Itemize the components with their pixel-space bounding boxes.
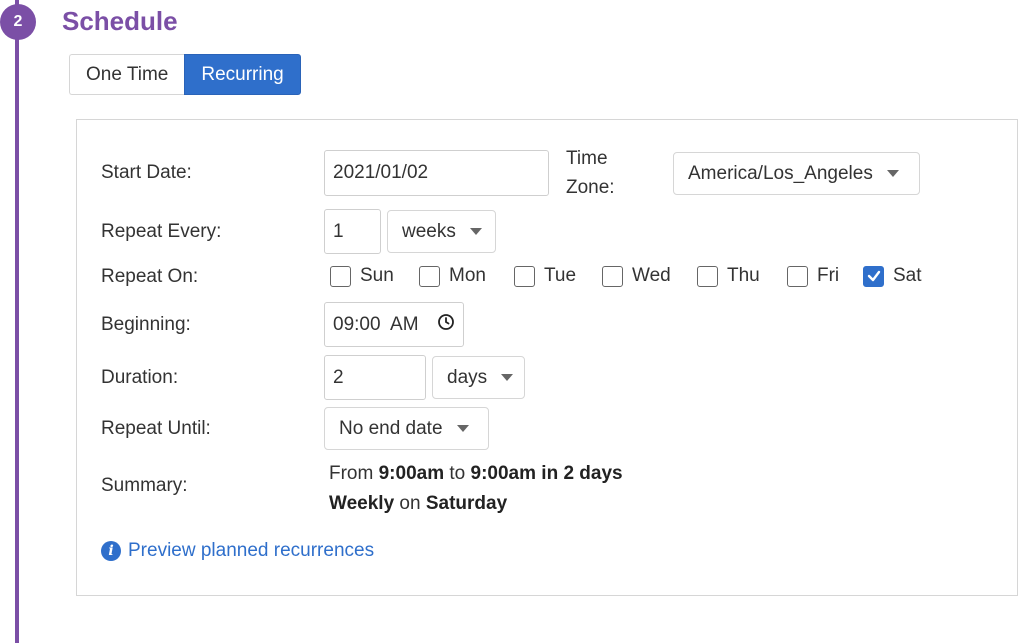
preview-link-label: Preview planned recurrences bbox=[128, 540, 375, 561]
time-zone-select[interactable]: America/Los_Angeles bbox=[673, 152, 920, 195]
checkbox-icon[interactable] bbox=[419, 265, 440, 287]
repeat-until-select[interactable]: No end date bbox=[324, 407, 489, 450]
duration-unit-value: days bbox=[447, 366, 488, 388]
day-label: Mon bbox=[449, 265, 486, 286]
day-checkbox-wed[interactable]: Wed bbox=[602, 263, 671, 289]
summary-on-word: on bbox=[399, 493, 421, 514]
day-checkbox-thu[interactable]: Thu bbox=[697, 263, 760, 289]
day-label: Thu bbox=[727, 265, 760, 286]
start-date-label: Start Date: bbox=[101, 162, 192, 183]
chevron-down-icon bbox=[469, 228, 482, 235]
repeat-every-label: Repeat Every: bbox=[101, 221, 222, 242]
repeat-on-label: Repeat On: bbox=[101, 266, 199, 287]
summary-text: From 9:00am to 9:00am in 2 days Weekly o… bbox=[329, 459, 623, 519]
checkbox-icon[interactable] bbox=[330, 265, 351, 287]
summary-start-time: 9:00am bbox=[378, 463, 445, 484]
schedule-type-tabs: One Time Recurring bbox=[69, 54, 301, 95]
repeat-every-value: 1 bbox=[333, 220, 344, 242]
summary-day: Saturday bbox=[425, 493, 508, 514]
repeat-every-input[interactable]: 1 bbox=[324, 209, 381, 254]
checkbox-icon[interactable] bbox=[787, 265, 808, 287]
summary-to-word: to bbox=[449, 463, 466, 484]
day-checkbox-sun[interactable]: Sun bbox=[330, 263, 394, 289]
day-label: Sun bbox=[360, 265, 394, 286]
summary-line-2: Weekly on Saturday bbox=[329, 489, 623, 519]
repeat-unit-value: weeks bbox=[402, 220, 456, 242]
day-label: Fri bbox=[817, 265, 840, 286]
summary-label: Summary: bbox=[101, 475, 188, 496]
duration-value: 2 bbox=[333, 366, 344, 388]
tab-one-time[interactable]: One Time bbox=[69, 54, 185, 95]
time-zone-label-line2: Zone: bbox=[566, 177, 615, 198]
day-checkbox-tue[interactable]: Tue bbox=[514, 263, 576, 289]
beginning-time-input[interactable]: 09:00 AM bbox=[324, 302, 464, 347]
chevron-down-icon bbox=[501, 374, 514, 381]
time-zone-label: Time Zone: bbox=[566, 144, 615, 202]
tab-recurring[interactable]: Recurring bbox=[184, 54, 301, 95]
day-checkbox-fri[interactable]: Fri bbox=[787, 263, 839, 289]
summary-frequency: Weekly bbox=[329, 493, 395, 514]
checkbox-icon[interactable] bbox=[514, 265, 535, 287]
duration-unit-select[interactable]: days bbox=[432, 356, 525, 399]
beginning-label: Beginning: bbox=[101, 314, 191, 335]
time-zone-value: America/Los_Angeles bbox=[688, 162, 873, 184]
recurring-schedule-panel: Start Date: 2021/01/02 Time Zone: Americ… bbox=[76, 119, 1018, 596]
summary-end-text: 9:00am in 2 days bbox=[470, 463, 623, 484]
chevron-down-icon bbox=[886, 170, 899, 177]
day-label: Wed bbox=[632, 265, 671, 286]
start-date-input[interactable]: 2021/01/02 bbox=[324, 150, 549, 196]
summary-from-word: From bbox=[329, 463, 374, 484]
repeat-until-value: No end date bbox=[339, 417, 443, 439]
info-circle-icon: i bbox=[101, 541, 121, 561]
repeat-unit-select[interactable]: weeks bbox=[387, 210, 496, 253]
day-checkbox-sat[interactable]: Sat bbox=[863, 263, 922, 289]
start-date-value: 2021/01/02 bbox=[333, 162, 429, 183]
chevron-down-icon bbox=[456, 425, 469, 432]
clock-icon[interactable] bbox=[437, 313, 455, 337]
repeat-until-label: Repeat Until: bbox=[101, 418, 211, 439]
summary-line-1: From 9:00am to 9:00am in 2 days bbox=[329, 459, 623, 489]
day-label: Tue bbox=[544, 265, 577, 286]
day-label: Sat bbox=[893, 265, 922, 286]
step-title: Schedule bbox=[62, 6, 178, 36]
day-checkbox-mon[interactable]: Mon bbox=[419, 263, 486, 289]
step-connector-line bbox=[15, 0, 19, 643]
checkbox-checked-icon[interactable] bbox=[863, 265, 884, 287]
checkbox-icon[interactable] bbox=[602, 265, 623, 287]
preview-recurrences-link[interactable]: i Preview planned recurrences bbox=[101, 540, 374, 562]
step-number-badge: 2 bbox=[0, 4, 36, 40]
duration-input[interactable]: 2 bbox=[324, 355, 426, 400]
beginning-time-value: 09:00 AM bbox=[333, 313, 419, 335]
duration-label: Duration: bbox=[101, 367, 179, 388]
checkbox-icon[interactable] bbox=[697, 265, 718, 287]
time-zone-label-line1: Time bbox=[566, 148, 608, 169]
